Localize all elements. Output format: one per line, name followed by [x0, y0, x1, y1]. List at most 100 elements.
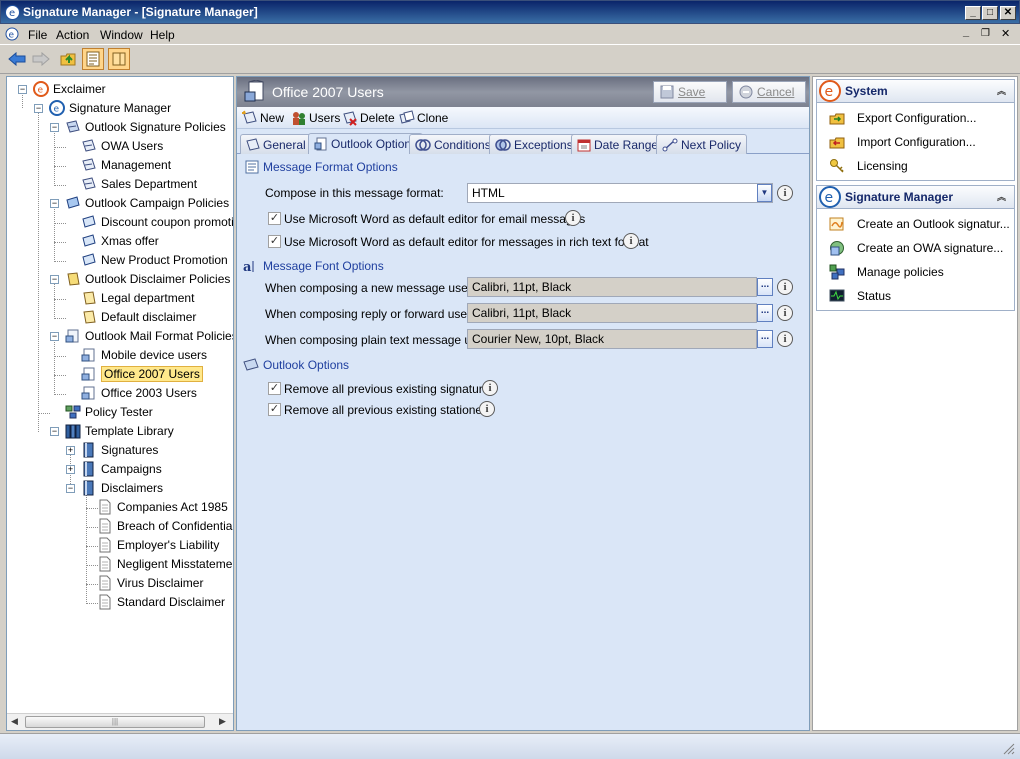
use-word-email-info-icon[interactable]: i — [565, 210, 581, 226]
plain-text-font-info-icon[interactable]: i — [777, 331, 793, 347]
remove-signatures-info-icon[interactable]: i — [482, 380, 498, 396]
close-button[interactable]: ✕ — [1000, 6, 1016, 20]
import-configuration-item[interactable]: Import Configuration... — [829, 134, 976, 150]
tree-item-legal-department[interactable]: Legal department — [81, 289, 194, 307]
new-button[interactable]: New — [242, 110, 284, 126]
plain-text-font-browse-button[interactable]: ... — [757, 330, 773, 348]
manage-policies-item[interactable]: Manage policies — [829, 264, 944, 280]
collapse-chevron-icon[interactable]: ︽ — [997, 190, 1006, 203]
minimize-button[interactable]: _ — [965, 6, 981, 20]
compose-format-info-icon[interactable]: i — [777, 185, 793, 201]
tree-item-exclaimer[interactable]: e Exclaimer — [33, 80, 106, 98]
tab-general[interactable]: General — [240, 134, 312, 154]
mdi-restore-button[interactable]: ❐ — [981, 28, 990, 39]
tree-item-signatures[interactable]: Signatures — [81, 441, 158, 459]
save-button[interactable]: Save — [653, 81, 727, 103]
expand-mail-format-policies[interactable]: − — [50, 332, 59, 341]
expand-disclaimer-policies[interactable]: − — [50, 275, 59, 284]
clone-button[interactable]: Clone — [399, 110, 448, 126]
remove-stationery-info-icon[interactable]: i — [479, 401, 495, 417]
expand-signature-policies[interactable]: − — [50, 123, 59, 132]
tree-item-outlook-disclaimer-policies[interactable]: Outlook Disclaimer Policies — [65, 270, 230, 288]
tab-outlook-options[interactable]: Outlook Options — [308, 133, 424, 154]
use-word-email-checkbox[interactable]: ✓ — [268, 212, 281, 225]
tab-exceptions[interactable]: Exceptions — [489, 134, 579, 154]
new-message-font-browse-button[interactable]: ... — [757, 278, 773, 296]
scroll-left-icon[interactable]: ◀ — [11, 716, 18, 727]
scroll-right-icon[interactable]: ▶ — [219, 716, 226, 727]
licensing-item[interactable]: Licensing — [829, 158, 908, 174]
menu-help[interactable]: Help — [150, 28, 175, 42]
back-button[interactable] — [6, 48, 28, 70]
tree-item-owa-users[interactable]: OWA Users — [81, 137, 163, 155]
create-owa-signature-item[interactable]: Create an OWA signature... — [829, 240, 1003, 256]
tab-next-policy[interactable]: Next Policy — [656, 134, 748, 154]
tree-item-new-product-promotion[interactable]: New Product Promotion — [81, 251, 228, 269]
collapse-chevron-icon[interactable]: ︽ — [997, 84, 1006, 97]
tree-item-outlook-mail-format-policies[interactable]: Outlook Mail Format Policies — [65, 327, 233, 345]
tree-item-default-disclaimer[interactable]: Default disclaimer — [81, 308, 196, 326]
scroll-thumb[interactable]: ||| — [25, 716, 205, 728]
forward-button[interactable] — [30, 48, 52, 70]
mdi-app-icon[interactable]: e — [5, 27, 19, 41]
tree-item-sales-department[interactable]: Sales Department — [81, 175, 197, 193]
tree-horizontal-scrollbar[interactable]: ◀ ||| ▶ — [7, 713, 233, 730]
create-outlook-signature-item[interactable]: Create an Outlook signatur... — [829, 216, 1010, 232]
tree-item-negligent-misstatement[interactable]: Negligent Misstatement — [97, 555, 233, 573]
up-folder-button[interactable] — [58, 48, 80, 70]
tree-item-companies-act[interactable]: Companies Act 1985 — [97, 498, 228, 516]
menu-action[interactable]: Action — [56, 28, 89, 42]
show-tree-button[interactable] — [82, 48, 104, 70]
expand-exclaimer[interactable]: − — [18, 85, 27, 94]
use-word-rtf-info-icon[interactable]: i — [623, 233, 639, 249]
maximize-button[interactable]: □ — [982, 6, 998, 20]
tree-item-disclaimers[interactable]: Disclaimers — [81, 479, 163, 497]
tree-item-breach-of-confidentiality[interactable]: Breach of Confidentiality — [97, 517, 233, 535]
mdi-minimize-button[interactable]: _ — [963, 26, 969, 38]
new-message-font-info-icon[interactable]: i — [777, 279, 793, 295]
tree-item-office-2003-users[interactable]: Office 2003 Users — [81, 384, 197, 402]
compose-format-dropdown-arrow[interactable]: ▼ — [757, 184, 772, 202]
tree-item-outlook-signature-policies[interactable]: Outlook Signature Policies — [65, 118, 226, 136]
tree-item-standard-disclaimer[interactable]: Standard Disclaimer — [97, 593, 225, 611]
cancel-button[interactable]: Cancel — [732, 81, 806, 103]
reply-font-browse-button[interactable]: ... — [757, 304, 773, 322]
mdi-close-button[interactable]: ✕ — [1001, 27, 1010, 40]
use-word-rtf-checkbox[interactable]: ✓ — [268, 235, 281, 248]
menu-window[interactable]: Window — [100, 28, 143, 42]
expand-signature-manager[interactable]: − — [34, 104, 43, 113]
tab-conditions[interactable]: Conditions — [409, 134, 497, 154]
tree-item-virus-disclaimer[interactable]: Virus Disclaimer — [97, 574, 203, 592]
tree-item-management[interactable]: Management — [81, 156, 171, 174]
reply-font-field[interactable]: Calibri, 11pt, Black — [467, 303, 757, 323]
tree-item-discount-coupon-promotion[interactable]: Discount coupon promotion — [81, 213, 233, 231]
delete-button[interactable]: Delete — [342, 110, 395, 126]
compose-format-select[interactable]: HTML — [467, 183, 773, 203]
expand-template-library[interactable]: − — [50, 427, 59, 436]
expand-disclaimers[interactable]: − — [66, 484, 75, 493]
users-button[interactable]: Users — [291, 110, 340, 126]
remove-stationery-checkbox[interactable]: ✓ — [268, 403, 281, 416]
expand-signatures[interactable]: + — [66, 446, 75, 455]
tree-item-campaigns[interactable]: Campaigns — [81, 460, 162, 478]
remove-signatures-checkbox[interactable]: ✓ — [268, 382, 281, 395]
tree-item-policy-tester[interactable]: Policy Tester — [65, 403, 153, 421]
tree-item-office-2007-users[interactable]: Office 2007 Users — [81, 365, 203, 383]
expand-campaigns[interactable]: + — [66, 465, 75, 474]
system-header[interactable]: e System ︽ — [816, 79, 1015, 103]
status-item[interactable]: Status — [829, 288, 891, 304]
reply-font-info-icon[interactable]: i — [777, 305, 793, 321]
menu-file[interactable]: File — [28, 28, 47, 42]
expand-campaign-policies[interactable]: − — [50, 199, 59, 208]
tab-date-range[interactable]: Date Range — [571, 134, 665, 154]
tree-item-signature-manager[interactable]: e Signature Manager — [49, 99, 171, 117]
tree-item-xmas-offer[interactable]: Xmas offer — [81, 232, 159, 250]
tree-item-template-library[interactable]: Template Library — [65, 422, 174, 440]
tree-item-mobile-device-users[interactable]: Mobile device users — [81, 346, 207, 364]
tree-item-employers-liability[interactable]: Employer's Liability — [97, 536, 219, 554]
export-configuration-item[interactable]: Export Configuration... — [829, 110, 976, 126]
new-message-font-field[interactable]: Calibri, 11pt, Black — [467, 277, 757, 297]
plain-text-font-field[interactable]: Courier New, 10pt, Black — [467, 329, 757, 349]
show-actions-button[interactable] — [108, 48, 130, 70]
signature-manager-header[interactable]: e Signature Manager ︽ — [816, 185, 1015, 209]
